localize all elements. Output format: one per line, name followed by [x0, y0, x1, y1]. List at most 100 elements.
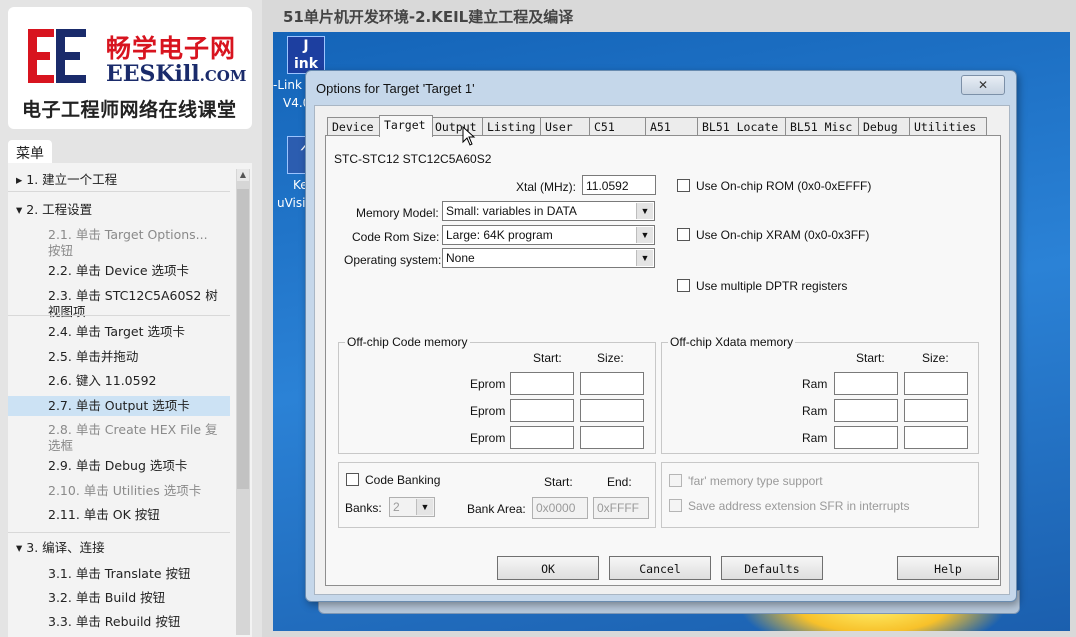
os-value: None: [446, 251, 475, 265]
menu-item[interactable]: 2.2. 单击 Device 选项卡: [8, 261, 230, 281]
code-rom-select[interactable]: Large: 64K program ▼: [442, 225, 655, 245]
menu-item[interactable]: 2.5. 单击并拖动: [8, 347, 230, 367]
logo-english-name: EESKill.COM: [106, 61, 246, 87]
chevron-down-icon: ▼: [416, 499, 433, 515]
menu-item[interactable]: 3.3. 单击 Rebuild 按钮: [8, 612, 230, 632]
bank-start-input[interactable]: 0x0000: [532, 497, 588, 519]
tab-user[interactable]: User: [540, 117, 593, 136]
logo-english-main: EESKill: [106, 61, 200, 87]
memory-model-select[interactable]: Small: variables in DATA ▼: [442, 201, 655, 221]
bank-end-input[interactable]: 0xFFFF: [593, 497, 649, 519]
menu-section[interactable]: ▾ 3. 编译、连接: [8, 538, 230, 558]
os-select[interactable]: None ▼: [442, 248, 655, 268]
menu-item-label: 2.10. 单击 Utilities 选项卡: [48, 483, 202, 498]
menu-divider: [8, 532, 230, 533]
tab-device[interactable]: Device: [327, 117, 383, 136]
xdata-start-header: Start:: [856, 351, 885, 365]
xtal-label: Xtal (MHz):: [516, 180, 576, 194]
menu-item-label: 2.8. 单击 Create HEX File 复选框: [48, 422, 218, 453]
far-memory-label: 'far' memory type support: [688, 474, 823, 488]
menu-item-label: ▾ 2. 工程设置: [16, 202, 93, 217]
eprom-start-input[interactable]: [510, 426, 574, 449]
logo-english-suffix: .COM: [199, 67, 247, 85]
tab-utilities[interactable]: Utilities: [909, 117, 987, 136]
menu-item[interactable]: 2.4. 单击 Target 选项卡: [8, 322, 230, 342]
menu-item-label: ▾ 3. 编译、连接: [16, 540, 105, 555]
xtal-input[interactable]: 11.0592: [582, 175, 656, 195]
menu-item[interactable]: 3.1. 单击 Translate 按钮: [8, 564, 230, 584]
far-memory-checkbox[interactable]: [669, 474, 682, 487]
eprom-start-input[interactable]: [510, 399, 574, 422]
jlink-label-a: -Link: [273, 78, 302, 92]
mouse-cursor-icon: [462, 126, 476, 146]
code-banking-checkbox[interactable]: [346, 473, 359, 486]
menu-item[interactable]: 2.8. 单击 Create HEX File 复选框: [8, 420, 230, 456]
bank-start-label: Start:: [544, 475, 573, 489]
eprom-start-input[interactable]: [510, 372, 574, 395]
ram-label: Ram: [802, 377, 828, 391]
banks-label: Banks:: [345, 501, 382, 515]
close-button[interactable]: ✕: [961, 75, 1005, 95]
ram-start-input[interactable]: [834, 399, 898, 422]
tab-listing[interactable]: Listing: [482, 117, 544, 136]
ram-size-input[interactable]: [904, 426, 968, 449]
eprom-size-input[interactable]: [580, 426, 644, 449]
bank-area-label: Bank Area:: [467, 502, 526, 516]
code-rom-value: Large: 64K program: [446, 228, 553, 242]
multi-dptr-label: Use multiple DPTR registers: [696, 279, 848, 293]
dialog-body: Device Target Output Listing User C51 A5…: [314, 105, 1010, 595]
dialog-title: Options for Target 'Target 1': [316, 81, 475, 96]
menu-scrollbar[interactable]: ▲: [236, 169, 250, 635]
menu-item[interactable]: 2.9. 单击 Debug 选项卡: [8, 456, 230, 476]
xdata-size-header: Size:: [922, 351, 949, 365]
multi-dptr-checkbox[interactable]: [677, 279, 690, 292]
ram-size-input[interactable]: [904, 399, 968, 422]
menu-item[interactable]: 3.2. 单击 Build 按钮: [8, 588, 230, 608]
scrollbar-thumb[interactable]: [237, 189, 249, 489]
banks-select[interactable]: 2 ▼: [389, 497, 435, 517]
banks-value: 2: [393, 500, 400, 514]
tab-target[interactable]: Target: [379, 115, 433, 137]
help-button[interactable]: Help: [897, 556, 999, 580]
tab-c51[interactable]: C51: [589, 117, 649, 136]
menu-item-label: 3.2. 单击 Build 按钮: [48, 590, 166, 605]
code-banking-group: Code Banking Start: End: Banks: 2 ▼ Bank …: [338, 462, 656, 528]
ram-size-input[interactable]: [904, 372, 968, 395]
eprom-size-input[interactable]: [580, 399, 644, 422]
menu-item[interactable]: 2.11. 单击 OK 按钮: [8, 505, 230, 525]
menu-item[interactable]: 2.1. 单击 Target Options... 按钮: [8, 225, 230, 261]
menu-item[interactable]: 2.7. 单击 Output 选项卡: [8, 396, 230, 416]
menu-item-label: ▸ 1. 建立一个工程: [16, 172, 118, 187]
ok-button[interactable]: OK: [497, 556, 599, 580]
tab-bl51-misc[interactable]: BL51 Misc: [785, 117, 862, 136]
menu-section[interactable]: ▸ 1. 建立一个工程: [8, 170, 230, 190]
left-panel: 畅学电子网 EESKill.COM 电子工程师网络在线课堂 菜单 ▸ 1. 建立…: [0, 0, 262, 637]
defaults-button[interactable]: Defaults: [721, 556, 823, 580]
ram-start-input[interactable]: [834, 426, 898, 449]
eprom-size-input[interactable]: [580, 372, 644, 395]
code-memory-group: Off-chip Code memory Start: Size: Eprom …: [338, 335, 656, 454]
target-options-dialog: Options for Target 'Target 1' ✕ Device T…: [305, 70, 1017, 602]
code-start-header: Start:: [533, 351, 562, 365]
tab-output[interactable]: Output: [430, 117, 486, 136]
menu-item[interactable]: 2.6. 键入 11.0592: [8, 371, 230, 391]
ram-start-input[interactable]: [834, 372, 898, 395]
menu-list: ▸ 1. 建立一个工程 ▾ 2. 工程设置 2.1. 单击 Target Optio…: [8, 163, 252, 637]
tab-bl51-locate[interactable]: BL51 Locate: [697, 117, 789, 136]
tab-debug[interactable]: Debug: [858, 117, 913, 136]
save-address-checkbox[interactable]: [669, 499, 682, 512]
menu-divider: [8, 191, 230, 192]
onchip-rom-checkbox[interactable]: [677, 179, 690, 192]
menu-item-label: 2.6. 键入 11.0592: [48, 373, 157, 388]
cancel-button[interactable]: Cancel: [609, 556, 711, 580]
onchip-xram-checkbox[interactable]: [677, 228, 690, 241]
code-memory-title: Off-chip Code memory: [345, 335, 470, 349]
menu-item[interactable]: 2.3. 单击 STC12C5A60S2 树视图项: [8, 286, 230, 322]
tab-a51[interactable]: A51: [645, 117, 701, 136]
menu-section[interactable]: ▾ 2. 工程设置: [8, 200, 230, 220]
menu-item-label: 2.1. 单击 Target Options... 按钮: [48, 227, 208, 258]
scroll-up-icon[interactable]: ▲: [237, 169, 249, 181]
menu-item[interactable]: 2.10. 单击 Utilities 选项卡: [8, 481, 230, 501]
menu-item-label: 2.7. 单击 Output 选项卡: [48, 398, 190, 413]
menu-item-label: 2.9. 单击 Debug 选项卡: [48, 458, 188, 473]
